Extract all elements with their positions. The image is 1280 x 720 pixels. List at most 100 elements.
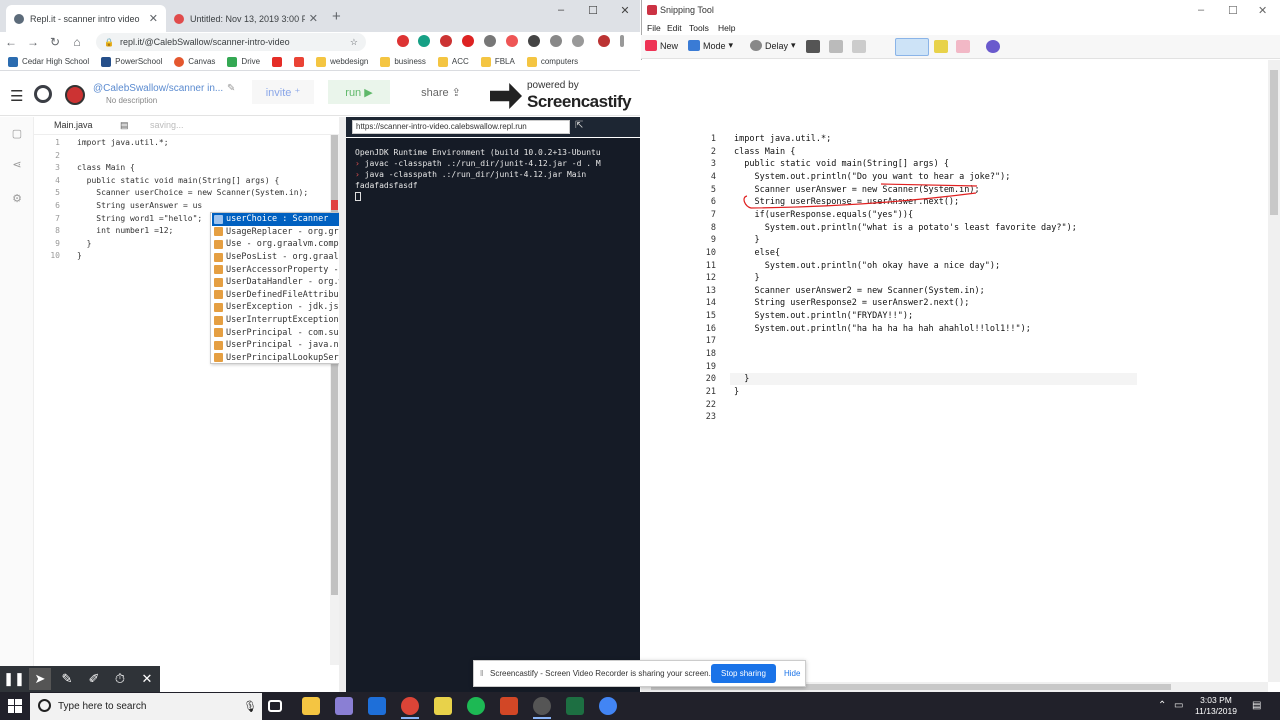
save-icon[interactable]: [806, 40, 820, 53]
bookmark-fbla[interactable]: FBLA: [480, 56, 515, 67]
share-nodes-icon[interactable]: ⋖: [10, 158, 24, 172]
pause-icon[interactable]: ❚❚: [3, 668, 25, 690]
console-output[interactable]: [346, 138, 640, 692]
bookmark-drive[interactable]: Drive: [227, 56, 260, 67]
file-explorer-icon[interactable]: [302, 697, 320, 715]
tray-chevron-icon[interactable]: ⌃: [1158, 700, 1166, 711]
sticky-notes-icon[interactable]: [434, 697, 452, 715]
hide-button[interactable]: Hide: [784, 669, 800, 678]
chrome-icon[interactable]: [599, 697, 617, 715]
menu-icon[interactable]: [620, 35, 624, 47]
notifications-icon[interactable]: ▤: [1252, 700, 1261, 711]
repl-name[interactable]: @CalebSwallow/scanner in...: [93, 83, 223, 94]
send-icon[interactable]: [852, 40, 866, 53]
bookmark-business[interactable]: business: [380, 56, 426, 67]
pane-divider[interactable]: [339, 117, 346, 692]
new-snip-button[interactable]: New: [645, 40, 678, 51]
invite-button[interactable]: invite ⁺: [252, 80, 314, 104]
reload-icon[interactable]: ↻: [44, 35, 66, 49]
home-icon[interactable]: ⌂: [66, 35, 88, 49]
extension-icon[interactable]: [572, 35, 584, 47]
chrome-icon[interactable]: [401, 697, 419, 715]
menu-file[interactable]: File: [647, 23, 661, 33]
stop-sharing-button[interactable]: Stop sharing: [711, 664, 776, 683]
network-icon[interactable]: ▭: [1174, 700, 1183, 711]
paint3d-icon[interactable]: [986, 40, 1000, 53]
bookmark-acc[interactable]: ACC: [437, 56, 469, 67]
microphone-icon[interactable]: 🎙: [243, 700, 257, 713]
taskbar-clock[interactable]: 3:03 PM 11/13/2019: [1190, 695, 1242, 717]
spotify-icon[interactable]: [467, 697, 485, 715]
pen-icon[interactable]: ✎: [56, 668, 78, 690]
edit-pencil-icon[interactable]: ✎: [227, 83, 235, 94]
extension-icon[interactable]: [397, 35, 409, 47]
snip-maximize-button[interactable]: ☐: [1228, 4, 1238, 17]
avatar[interactable]: [65, 85, 85, 105]
star-icon[interactable]: ☆: [350, 37, 358, 48]
extension-icon[interactable]: [598, 35, 610, 47]
drag-handle-icon[interactable]: ‖: [480, 669, 483, 678]
excel-icon[interactable]: [566, 697, 584, 715]
snip-vertical-thumb[interactable]: [1270, 70, 1278, 215]
file-tab-main[interactable]: Main.java: [54, 120, 93, 130]
tab-untitled[interactable]: Untitled: Nov 13, 2019 3:00 PM - ✕: [166, 5, 326, 32]
close-tab-icon[interactable]: ✕: [149, 12, 158, 25]
back-icon[interactable]: ←: [0, 35, 22, 49]
extension-icon[interactable]: [440, 35, 452, 47]
task-view-icon[interactable]: [268, 700, 282, 712]
new-tab-button[interactable]: +: [332, 8, 341, 25]
hamburger-menu-icon[interactable]: ☰: [10, 87, 23, 105]
console-url[interactable]: https://scanner-intro-video.calebswallow…: [352, 120, 570, 134]
bookmark-computers[interactable]: computers: [526, 56, 578, 67]
bookmark-gmail[interactable]: [294, 56, 305, 67]
bookmark-cedar[interactable]: Cedar High School: [8, 56, 89, 67]
settings-gear-icon[interactable]: [533, 697, 551, 715]
highlighter-icon[interactable]: ✐: [83, 668, 105, 690]
bookmark-webdesign[interactable]: webdesign: [316, 56, 368, 67]
powerpoint-icon[interactable]: [500, 697, 518, 715]
mode-button[interactable]: Mode ▾: [688, 40, 733, 51]
repl-description[interactable]: No description: [106, 96, 157, 105]
close-tab-icon[interactable]: ✕: [309, 12, 318, 25]
pen-tool-icon[interactable]: [895, 38, 929, 56]
extension-icon[interactable]: [462, 35, 474, 47]
menu-help[interactable]: Help: [718, 23, 735, 33]
menu-tools[interactable]: Tools: [689, 23, 709, 33]
minimize-button[interactable]: –: [548, 4, 574, 16]
extension-icon[interactable]: [418, 35, 430, 47]
copy-icon[interactable]: [829, 40, 843, 53]
snip-close-button[interactable]: ✕: [1258, 4, 1267, 17]
cursor-icon[interactable]: ➤: [29, 668, 51, 690]
extension-icon[interactable]: [550, 35, 562, 47]
app-icon[interactable]: [335, 697, 353, 715]
timer-icon[interactable]: ⏱: [109, 668, 131, 690]
extension-icon[interactable]: [528, 35, 540, 47]
tab-repl[interactable]: Repl.it - scanner intro video ✕: [6, 5, 166, 32]
eraser-icon[interactable]: [956, 40, 970, 53]
repl-logo-icon[interactable]: [34, 85, 52, 103]
bookmark-powerschool[interactable]: PowerSchool: [101, 56, 162, 67]
close-window-button[interactable]: ✕: [612, 4, 638, 17]
code-line: String word1 ="hello";: [77, 213, 203, 223]
file-menu-icon[interactable]: ▤: [120, 120, 129, 131]
delay-button[interactable]: Delay ▾: [750, 40, 796, 51]
highlighter-tool-icon[interactable]: [934, 40, 948, 53]
close-toolbar-icon[interactable]: ✕: [136, 668, 158, 690]
open-external-icon[interactable]: ⇱: [575, 120, 583, 131]
run-button[interactable]: run ▶: [328, 80, 390, 104]
extension-icon[interactable]: [506, 35, 518, 47]
extension-icon[interactable]: [484, 35, 496, 47]
snip-minimize-button[interactable]: –: [1198, 4, 1204, 16]
windows-start-icon[interactable]: [8, 699, 22, 713]
bookmark-canvas[interactable]: Canvas: [174, 56, 215, 67]
menu-edit[interactable]: Edit: [667, 23, 682, 33]
taskbar-search-input[interactable]: Type here to search: [30, 693, 262, 720]
address-bar[interactable]: 🔒 repl.it/@CalebSwallow/scanner-intro-vi…: [96, 33, 366, 51]
files-icon[interactable]: ▢: [10, 127, 24, 141]
settings-gear-icon[interactable]: ⚙: [10, 192, 24, 206]
share-button[interactable]: share ⇪: [410, 80, 472, 104]
edge-icon[interactable]: [368, 697, 386, 715]
bookmark-youtube[interactable]: [272, 56, 283, 67]
forward-icon[interactable]: →: [22, 35, 44, 49]
maximize-button[interactable]: ☐: [580, 4, 606, 17]
